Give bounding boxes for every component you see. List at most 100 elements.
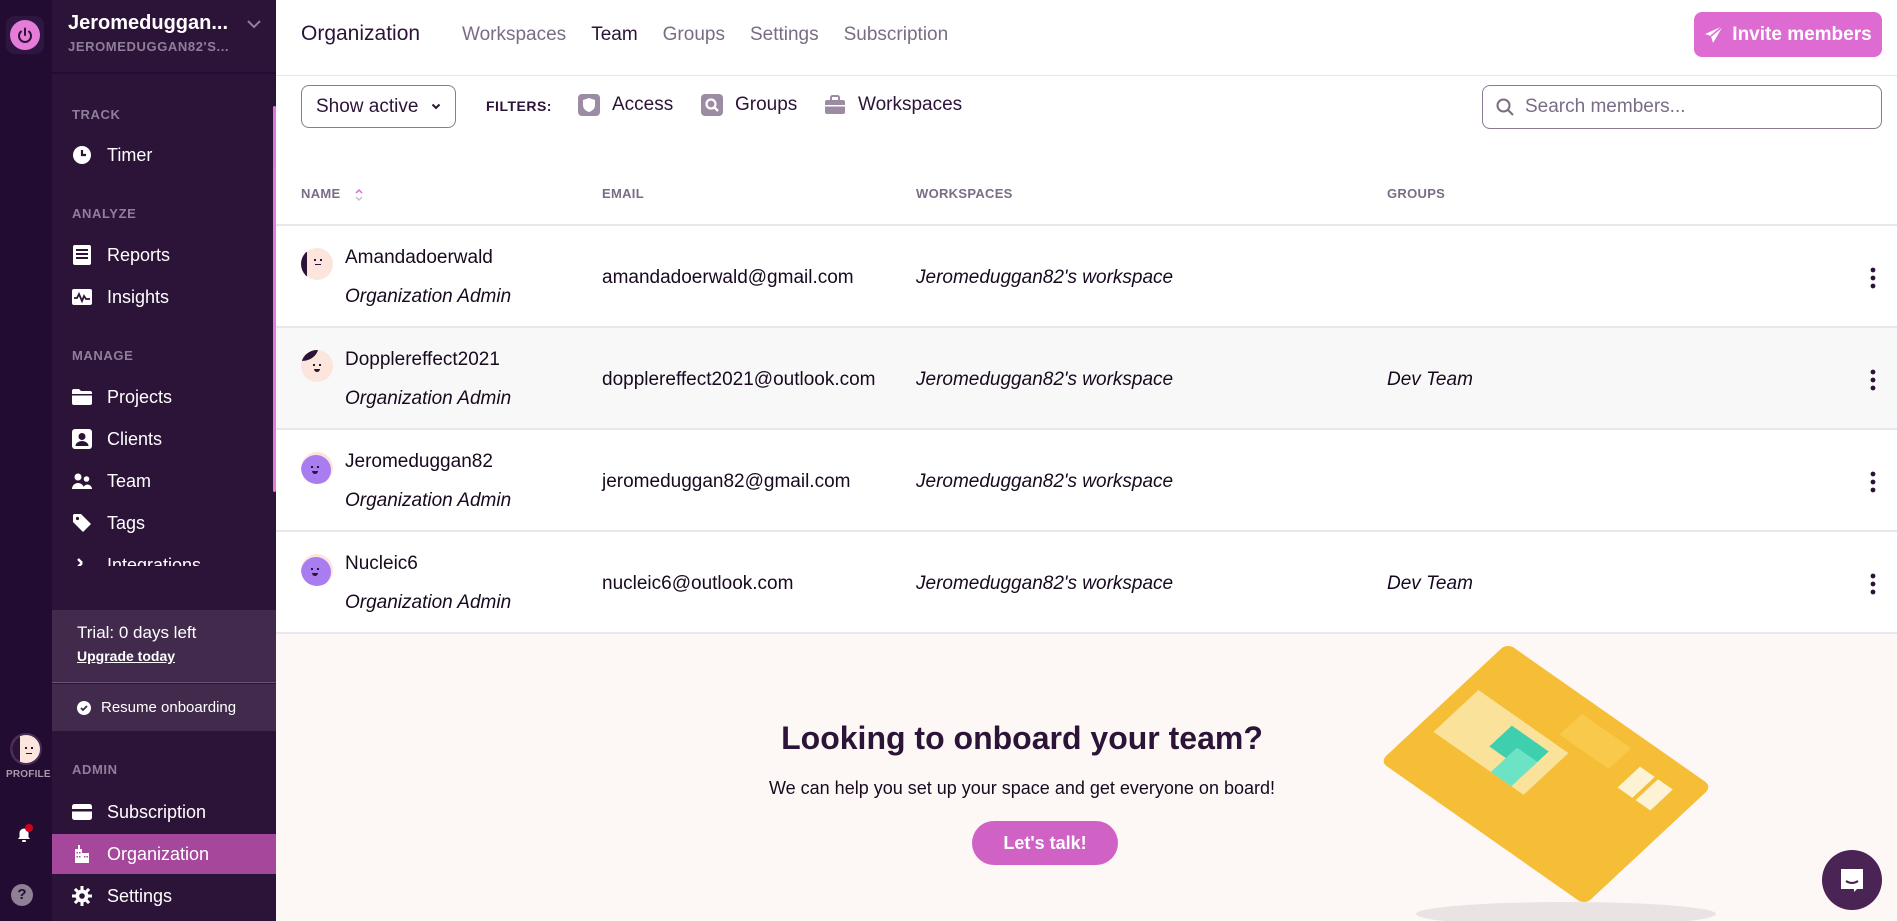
members-table: NAME EMAIL WORKSPACES GROUPS Amandadoerw… bbox=[276, 160, 1897, 634]
filter-access[interactable]: Access bbox=[578, 94, 673, 116]
section-analyze: ANALYZE bbox=[72, 206, 137, 221]
page-title: Organization bbox=[301, 22, 421, 45]
folder-icon bbox=[72, 387, 92, 407]
filter-groups-label: Groups bbox=[735, 94, 798, 115]
sidebar-item-projects[interactable]: Projects bbox=[52, 377, 276, 417]
client-icon bbox=[72, 429, 92, 449]
table-row[interactable]: Jeromeduggan82 Organization Admin jerome… bbox=[276, 430, 1897, 532]
sidebar-item-timer[interactable]: Timer bbox=[52, 135, 276, 175]
avatar bbox=[301, 350, 333, 382]
resume-onboarding-label: Resume onboarding bbox=[101, 699, 237, 716]
profile-button[interactable]: PROFILE bbox=[6, 733, 51, 780]
power-icon bbox=[10, 20, 40, 50]
member-workspace: Jeromeduggan82's workspace bbox=[916, 573, 1174, 594]
tab-team[interactable]: Team bbox=[591, 24, 637, 46]
sidebar-item-organization[interactable]: Organization bbox=[52, 834, 276, 874]
column-name-header[interactable]: NAME bbox=[301, 186, 364, 203]
org-tabs: Workspaces Team Groups Settings Subscrip… bbox=[462, 24, 948, 46]
sidebar-nav: TRACK Timer ANALYZE Reports Insights MAN… bbox=[52, 76, 276, 566]
more-options-icon[interactable] bbox=[1867, 470, 1879, 494]
chevron-down-icon bbox=[247, 20, 261, 29]
insights-icon bbox=[72, 287, 92, 307]
member-role: Organization Admin bbox=[345, 490, 512, 511]
table-row[interactable]: Amandadoerwald Organization Admin amanda… bbox=[276, 226, 1897, 328]
integrations-icon bbox=[72, 555, 92, 566]
gear-icon bbox=[72, 886, 92, 906]
sidebar-item-reports[interactable]: Reports bbox=[52, 235, 276, 275]
profile-label: PROFILE bbox=[6, 769, 51, 780]
filter-groups[interactable]: Groups bbox=[701, 94, 797, 116]
avatar bbox=[301, 554, 333, 586]
sidebar-item-insights[interactable]: Insights bbox=[52, 277, 276, 317]
member-role: Organization Admin bbox=[345, 592, 512, 613]
sidebar-item-label: Clients bbox=[107, 428, 163, 449]
trial-text: Trial: 0 days left bbox=[77, 623, 197, 642]
workspace-subtitle: JEROMEDUGGAN82'S... bbox=[68, 39, 230, 54]
sidebar-item-label: Team bbox=[107, 470, 152, 491]
workspace-switcher[interactable]: Jeromeduggan... JEROMEDUGGAN82'S... bbox=[52, 0, 276, 74]
paper-plane-icon bbox=[1705, 24, 1724, 43]
sidebar-item-team[interactable]: Team bbox=[52, 461, 276, 501]
tab-settings[interactable]: Settings bbox=[750, 24, 819, 46]
sidebar-item-clients[interactable]: Clients bbox=[52, 419, 276, 459]
check-circle-icon bbox=[77, 700, 91, 715]
member-group: Dev Team bbox=[1387, 369, 1473, 390]
table-row[interactable]: Dopplereffect2021 Organization Admin dop… bbox=[276, 328, 1897, 430]
sidebar-item-settings[interactable]: Settings bbox=[52, 876, 276, 916]
sidebar-item-label: Settings bbox=[107, 885, 173, 906]
upgrade-link[interactable]: Upgrade today bbox=[77, 648, 175, 664]
tab-subscription[interactable]: Subscription bbox=[844, 24, 949, 46]
sidebar-item-label: Reports bbox=[107, 244, 171, 265]
sidebar-item-label: Subscription bbox=[107, 801, 207, 822]
filter-workspaces-label: Workspaces bbox=[858, 94, 963, 115]
sort-icon[interactable] bbox=[354, 187, 364, 203]
table-header: NAME EMAIL WORKSPACES GROUPS bbox=[276, 160, 1897, 226]
onboarding-illustration bbox=[1383, 645, 1716, 921]
sidebar-item-label: Integrations bbox=[107, 554, 202, 567]
section-track: TRACK bbox=[72, 107, 121, 122]
briefcase-icon bbox=[825, 95, 845, 114]
member-name: Jeromeduggan82 bbox=[345, 451, 493, 472]
section-manage: MANAGE bbox=[72, 348, 134, 363]
search-box-icon bbox=[701, 94, 723, 116]
member-name: Nucleic6 bbox=[345, 553, 418, 574]
sidebar-item-tags[interactable]: Tags bbox=[52, 503, 276, 543]
invite-members-button[interactable]: Invite members bbox=[1694, 12, 1882, 57]
more-options-icon[interactable] bbox=[1867, 368, 1879, 392]
sidebar-item-integrations[interactable]: Integrations bbox=[52, 545, 276, 566]
notifications-bell-icon[interactable] bbox=[12, 822, 36, 846]
member-email: dopplereffect2021@outlook.com bbox=[602, 369, 876, 390]
member-workspace: Jeromeduggan82's workspace bbox=[916, 369, 1174, 390]
member-workspace: Jeromeduggan82's workspace bbox=[916, 267, 1174, 288]
filter-bar: Show active FILTERS: Access Groups Works… bbox=[276, 76, 1897, 163]
member-email: nucleic6@outlook.com bbox=[602, 573, 794, 594]
shield-icon bbox=[578, 94, 600, 116]
status-select[interactable]: Show active bbox=[301, 85, 456, 128]
tab-groups[interactable]: Groups bbox=[663, 24, 725, 46]
resume-onboarding-button[interactable]: Resume onboarding bbox=[52, 684, 276, 731]
chat-support-button[interactable] bbox=[1822, 850, 1882, 910]
tab-workspaces[interactable]: Workspaces bbox=[462, 24, 566, 46]
more-options-icon[interactable] bbox=[1867, 266, 1879, 290]
search-members[interactable] bbox=[1482, 85, 1882, 129]
member-role: Organization Admin bbox=[345, 286, 512, 307]
chevron-down-icon bbox=[431, 103, 441, 110]
onboarding-promo: Looking to onboard your team? We can hel… bbox=[276, 634, 1897, 921]
member-name: Dopplereffect2021 bbox=[345, 349, 500, 370]
tag-icon bbox=[72, 513, 92, 533]
card-icon bbox=[72, 802, 92, 822]
help-icon[interactable]: ? bbox=[11, 884, 33, 906]
search-icon bbox=[1496, 98, 1514, 116]
table-row[interactable]: Nucleic6 Organization Admin nucleic6@out… bbox=[276, 532, 1897, 634]
sidebar-item-subscription[interactable]: Subscription bbox=[52, 792, 276, 832]
sidebar-item-label: Organization bbox=[107, 843, 210, 864]
filter-workspaces[interactable]: Workspaces bbox=[824, 94, 962, 116]
search-input[interactable] bbox=[1525, 96, 1865, 118]
workspace-name: Jeromeduggan... bbox=[68, 12, 229, 34]
report-icon bbox=[72, 245, 92, 265]
app-logo[interactable] bbox=[6, 16, 44, 54]
invite-members-label: Invite members bbox=[1732, 23, 1872, 45]
more-options-icon[interactable] bbox=[1867, 572, 1879, 596]
clock-icon bbox=[72, 145, 92, 165]
lets-talk-button[interactable]: Let's talk! bbox=[972, 821, 1118, 865]
